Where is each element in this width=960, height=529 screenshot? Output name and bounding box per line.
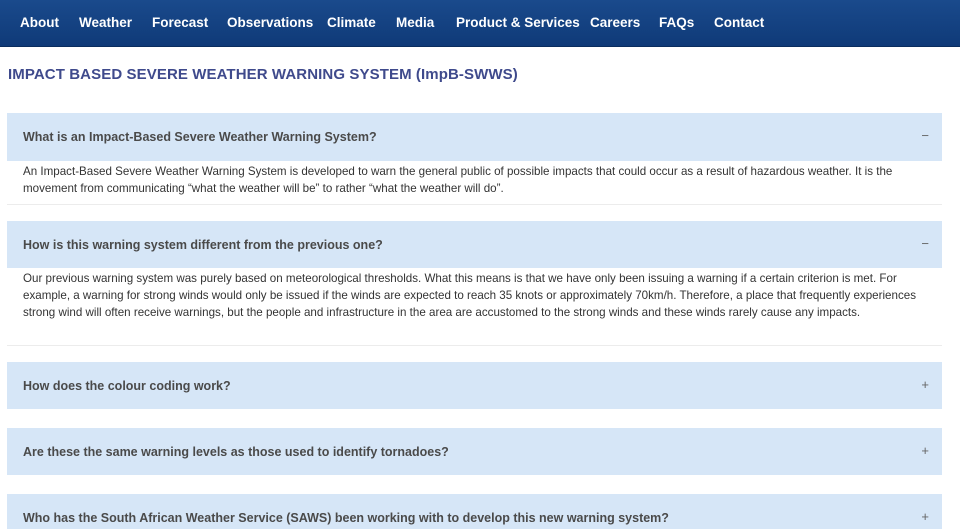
expand-icon[interactable]: +	[921, 509, 929, 524]
faq-header-saws-partners[interactable]: Who has the South African Weather Servic…	[7, 494, 942, 529]
faq-question: How does the colour coding work?	[23, 379, 231, 393]
nav-item-products[interactable]: Product & Services	[456, 15, 580, 30]
faq-question: What is an Impact-Based Severe Weather W…	[23, 130, 377, 144]
page-title: IMPACT BASED SEVERE WEATHER WARNING SYST…	[8, 66, 518, 83]
nav-item-weather[interactable]: Weather	[79, 15, 132, 30]
collapse-icon[interactable]: −	[921, 236, 929, 251]
nav-item-climate[interactable]: Climate	[327, 15, 376, 30]
faq-header-how-different[interactable]: How is this warning system different fro…	[7, 221, 942, 268]
nav-item-media[interactable]: Media	[396, 15, 434, 30]
faq-header-what-is-impb-swws[interactable]: What is an Impact-Based Severe Weather W…	[7, 113, 942, 161]
main-navbar: About Weather Forecast Observations Clim…	[0, 0, 960, 47]
faq-question: How is this warning system different fro…	[23, 238, 383, 252]
nav-item-contact[interactable]: Contact	[714, 15, 764, 30]
expand-icon[interactable]: +	[921, 377, 929, 392]
nav-item-observations[interactable]: Observations	[227, 15, 313, 30]
faq-answer: An Impact-Based Severe Weather Warning S…	[23, 165, 893, 195]
divider	[7, 345, 942, 346]
nav-item-forecast[interactable]: Forecast	[152, 15, 208, 30]
faq-header-colour-coding[interactable]: How does the colour coding work? +	[7, 362, 942, 409]
collapse-icon[interactable]: −	[921, 128, 929, 143]
nav-item-faqs[interactable]: FAQs	[659, 15, 694, 30]
nav-list: About Weather Forecast Observations Clim…	[0, 0, 960, 47]
expand-icon[interactable]: +	[921, 443, 929, 458]
divider	[7, 204, 942, 205]
faq-question: Are these the same warning levels as tho…	[23, 445, 449, 459]
nav-item-about[interactable]: About	[20, 15, 59, 30]
faq-answer: Our previous warning system was purely b…	[23, 272, 916, 319]
faq-question: Who has the South African Weather Servic…	[23, 511, 669, 525]
nav-item-careers[interactable]: Careers	[590, 15, 640, 30]
faq-header-tornado-levels[interactable]: Are these the same warning levels as tho…	[7, 428, 942, 475]
